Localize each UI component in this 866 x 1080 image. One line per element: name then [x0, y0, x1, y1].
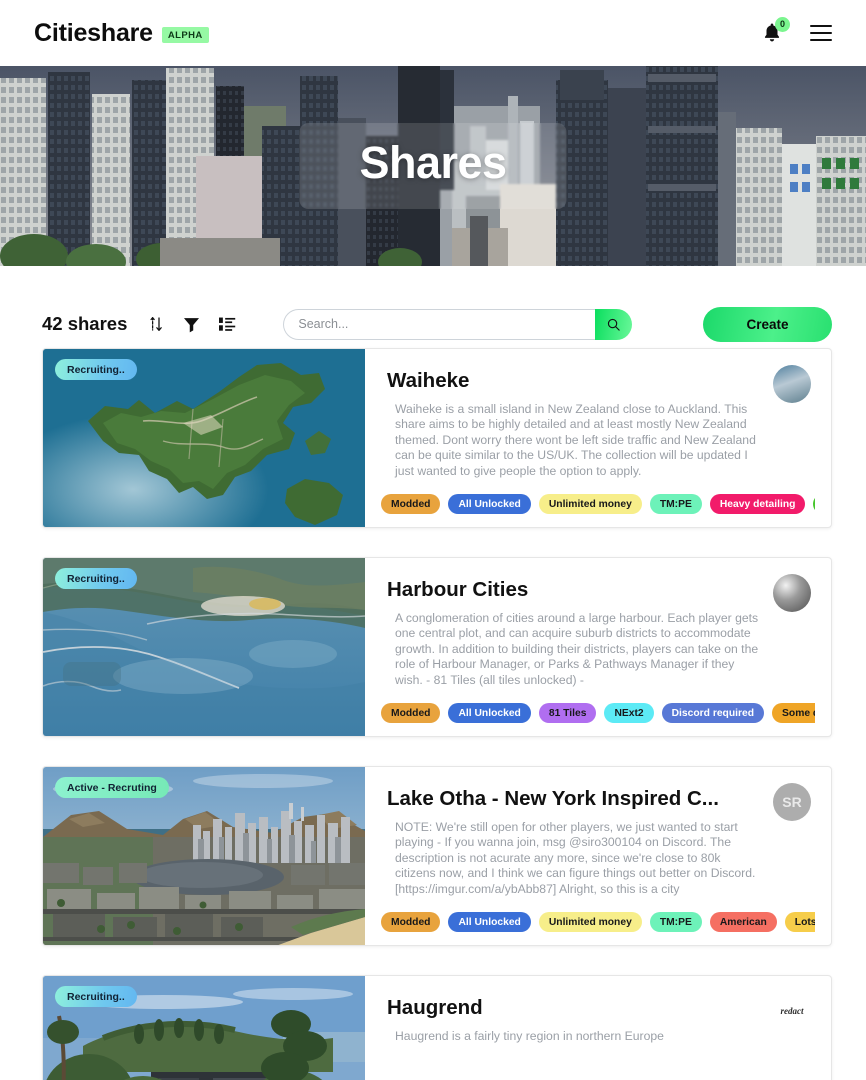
tag: TM:PE [649, 912, 702, 932]
tag: All Unlocked [448, 494, 531, 514]
tag: Unlimited money [538, 494, 642, 514]
tag: Modded [381, 494, 441, 514]
search-group [283, 308, 633, 340]
tag: American [709, 912, 777, 932]
filter-button[interactable] [182, 315, 201, 334]
avatar[interactable] [773, 365, 811, 403]
avatar[interactable] [773, 574, 811, 612]
shares-toolbar: 42 shares Search... Create [0, 266, 866, 348]
hamburger-menu-icon[interactable] [810, 25, 832, 41]
hero-banner: Shares [0, 66, 866, 266]
funnel-filter-icon [184, 317, 200, 332]
sort-button[interactable] [147, 315, 165, 333]
share-description: Waiheke is a small island in New Zealand… [395, 402, 756, 478]
shares-list: Recruiting.. Waiheke Waiheke is a small … [0, 348, 866, 1080]
tag: Lots of assets [784, 912, 815, 932]
toolbar-icon-group [147, 315, 237, 334]
share-description: Haugrend is a fairly tiny region in nort… [395, 1029, 664, 1043]
share-title: Harbour Cities [387, 578, 529, 601]
tag: All Unlocked [448, 912, 531, 932]
share-card-body: Waiheke Waiheke is a small island in New… [365, 349, 831, 527]
share-thumbnail[interactable]: Recruiting.. [43, 349, 365, 527]
share-description: A conglomeration of cities around a larg… [395, 611, 759, 687]
status-badge: Recruiting.. [55, 359, 137, 380]
alpha-badge: ALPHA [161, 27, 209, 43]
avatar[interactable]: SR [773, 783, 811, 821]
status-badge: Recruiting.. [55, 568, 137, 589]
search-button[interactable] [595, 308, 633, 340]
tag: Unlimited money [538, 912, 642, 932]
share-tag-list: Modded All Unlocked Unlimited money TM:P… [381, 493, 815, 515]
tag: Modded [381, 912, 441, 932]
page-title: Shares [359, 137, 507, 188]
list-view-icon [219, 317, 236, 331]
share-card-body: Lake Otha - New York Inspired C... NOTE:… [365, 767, 831, 945]
share-thumbnail[interactable]: Recruiting.. [43, 558, 365, 736]
share-description: NOTE: We're still open for other players… [395, 820, 756, 896]
navbar-actions: 0 [761, 17, 832, 45]
tag: 81 Tiles [538, 703, 597, 723]
avatar[interactable]: redact [773, 992, 811, 1030]
share-card-body: Haugrend Haugrend is a fairly tiny regio… [365, 976, 831, 1080]
brand-name: Citieshare [34, 18, 153, 47]
hero-title-plate: Shares [299, 123, 567, 209]
tag: NExt2 [604, 703, 654, 723]
share-card[interactable]: Active - Recruting Lake Otha - New York … [42, 766, 832, 946]
tag: Discord required [661, 703, 765, 723]
share-card[interactable]: Recruiting.. [42, 975, 832, 1080]
view-mode-button[interactable] [218, 316, 237, 333]
share-title: Haugrend [387, 996, 483, 1019]
share-thumbnail[interactable]: Active - Recruting [43, 767, 365, 945]
brand-logo[interactable]: Citieshare ALPHA [34, 19, 209, 48]
notification-count-badge: 0 [775, 17, 790, 32]
search-input[interactable] [283, 308, 596, 340]
tag: Modded [381, 703, 441, 723]
search-icon [608, 318, 621, 331]
tag: Some details [772, 703, 815, 723]
hamburger-bar [810, 39, 832, 41]
notifications-button[interactable]: 0 [761, 17, 790, 45]
tag: Heavy detailing [709, 494, 806, 514]
create-share-button[interactable]: Create [703, 306, 832, 342]
tag: TM:PE [649, 494, 702, 514]
share-title: Lake Otha - New York Inspired C... [387, 787, 719, 810]
share-card-body: Harbour Cities A conglomeration of citie… [365, 558, 831, 736]
shares-count-label: 42 shares [42, 313, 128, 334]
top-navbar: Citieshare ALPHA 0 [0, 0, 866, 66]
share-tag-list: Modded All Unlocked Unlimited money TM:P… [381, 911, 815, 933]
share-thumbnail[interactable]: Recruiting.. [43, 976, 365, 1080]
share-card[interactable]: Recruiting.. [42, 557, 832, 737]
tag: Small town [813, 494, 815, 514]
share-tag-list: Modded All Unlocked 81 Tiles NExt2 Disco… [381, 702, 815, 724]
hamburger-bar [810, 32, 832, 34]
share-title: Waiheke [387, 369, 470, 392]
tag: All Unlocked [448, 703, 531, 723]
status-badge: Recruiting.. [55, 986, 137, 1007]
status-badge: Active - Recruting [55, 777, 169, 798]
share-card[interactable]: Recruiting.. [42, 348, 832, 528]
sort-arrows-icon [150, 316, 163, 332]
hamburger-bar [810, 25, 832, 27]
